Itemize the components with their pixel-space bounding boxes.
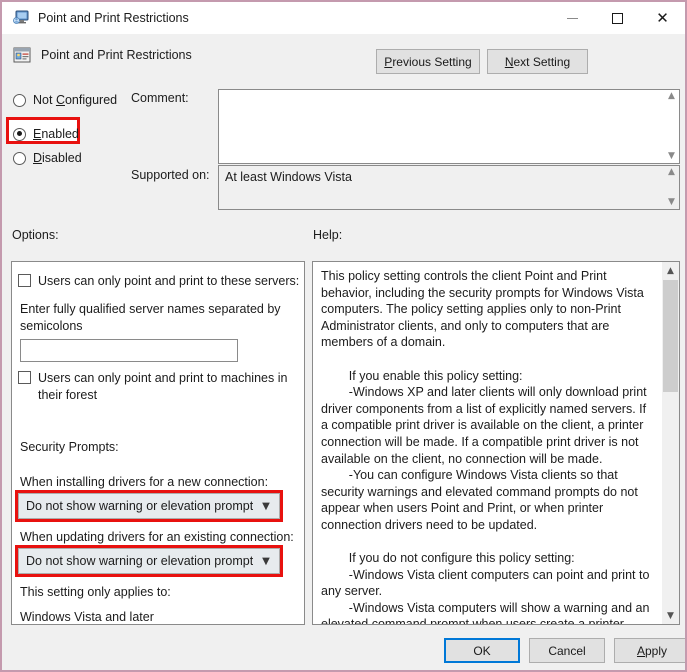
checkbox-label-forest: Users can only point and print to machin… — [38, 371, 288, 402]
comment-textarea[interactable]: ▲ ▼ — [218, 89, 680, 164]
help-text: This policy setting controls the client … — [321, 269, 650, 624]
chevron-up-icon: ▲ — [668, 167, 675, 177]
minimize-button[interactable] — [550, 2, 595, 34]
point-and-print-restrictions-dialog: Point and Print Restrictions ✕ Point and… — [0, 0, 687, 672]
next-setting-button[interactable]: Next Setting — [487, 49, 588, 74]
radio-label-not-configured: Not Configured — [33, 93, 118, 107]
install-drivers-dropdown[interactable]: Do not show warning or elevation prompt … — [18, 493, 280, 519]
comment-value — [219, 90, 664, 163]
supported-on-textarea: At least Windows Vista ▲ ▼ — [218, 165, 680, 210]
options-panel-label: Options: — [12, 228, 59, 242]
chevron-up-icon: ▲ — [668, 91, 675, 101]
previous-setting-button[interactable]: Previous Setting — [376, 49, 480, 74]
cancel-button[interactable]: Cancel — [529, 638, 605, 663]
update-drivers-label: When updating drivers for an existing co… — [20, 530, 294, 544]
radio-indicator-disabled — [13, 151, 26, 165]
options-panel: Users can only point and print to these … — [11, 261, 305, 625]
radio-disabled[interactable]: Disabled — [13, 148, 82, 168]
checkbox-indicator-servers — [18, 274, 31, 287]
checkbox-users-can-only-point-to-servers[interactable]: Users can only point and print to these … — [18, 273, 299, 290]
close-button[interactable]: ✕ — [640, 2, 685, 34]
applies-to-value: Windows Vista and later — [20, 610, 154, 624]
radio-not-configured[interactable]: Not Configured — [13, 90, 117, 110]
radio-label-enabled: Enabled — [33, 127, 79, 141]
policy-setting-icon — [12, 45, 32, 65]
title-bar: Point and Print Restrictions ✕ — [2, 2, 685, 34]
radio-indicator-enabled — [13, 127, 26, 141]
comment-scrollbar[interactable]: ▲ ▼ — [664, 90, 679, 163]
checkbox-label-servers: Users can only point and print to these … — [38, 274, 300, 288]
help-panel-label: Help: — [313, 228, 343, 242]
apply-button[interactable]: Apply — [614, 638, 685, 663]
policy-name-heading: Point and Print Restrictions — [41, 48, 192, 62]
chevron-down-icon: ▼ — [262, 555, 270, 567]
scroll-up-icon[interactable]: ▲ — [662, 262, 679, 279]
supported-on-label: Supported on: — [131, 168, 210, 182]
policy-computer-icon — [12, 9, 30, 27]
checkbox-users-can-only-point-to-forest[interactable]: Users can only point and print to machin… — [18, 370, 290, 404]
servers-description-text: Enter fully qualified server names separ… — [20, 302, 281, 333]
checkbox-indicator-forest — [18, 371, 31, 384]
maximize-icon — [612, 12, 623, 24]
scrollbar-thumb[interactable] — [663, 280, 678, 392]
radio-indicator-not-configured — [13, 93, 26, 107]
window-title: Point and Print Restrictions — [38, 11, 189, 25]
update-drivers-dropdown[interactable]: Do not show warning or elevation prompt … — [18, 548, 280, 574]
comment-label: Comment: — [131, 91, 189, 105]
window-controls: ✕ — [550, 2, 685, 34]
applies-to-label: This setting only applies to: — [20, 585, 171, 599]
chevron-down-icon: ▼ — [668, 151, 675, 161]
install-drivers-label: When installing drivers for a new connec… — [20, 475, 269, 489]
help-scrollbar[interactable]: ▲ ▼ — [662, 262, 679, 624]
supported-on-value: At least Windows Vista — [225, 170, 352, 184]
update-drivers-dropdown-value: Do not show warning or elevation prompt — [26, 554, 253, 568]
install-drivers-dropdown-value: Do not show warning or elevation prompt — [26, 499, 253, 513]
close-icon: ✕ — [656, 8, 669, 27]
minimize-icon — [567, 17, 578, 19]
servers-text-input[interactable] — [20, 339, 238, 362]
chevron-down-icon: ▼ — [262, 500, 270, 512]
chevron-down-icon: ▼ — [668, 197, 675, 207]
radio-enabled[interactable]: Enabled — [13, 124, 79, 144]
help-panel: This policy setting controls the client … — [312, 261, 680, 625]
maximize-button[interactable] — [595, 2, 640, 34]
supported-on-scrollbar[interactable]: ▲ ▼ — [664, 166, 679, 209]
radio-label-disabled: Disabled — [33, 151, 82, 165]
security-prompts-label: Security Prompts: — [20, 440, 119, 454]
scroll-down-icon[interactable]: ▼ — [662, 607, 679, 624]
ok-button[interactable]: OK — [444, 638, 520, 663]
